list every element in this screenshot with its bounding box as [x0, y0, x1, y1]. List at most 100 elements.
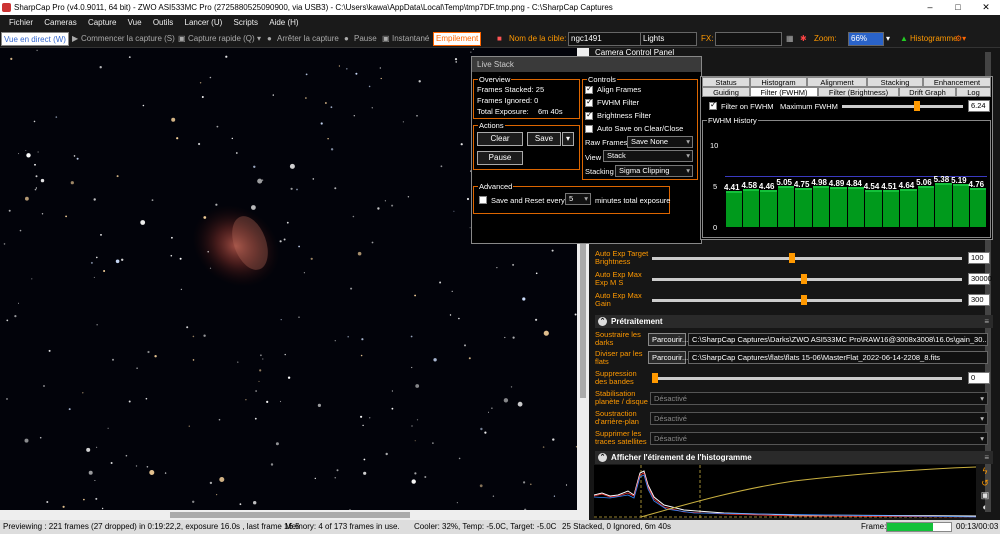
frames-ignored: Frames Ignored: 0	[477, 96, 539, 105]
contrast-icon[interactable]: ◐	[978, 501, 992, 513]
tab-filter-brightness[interactable]: Filter (Brightness)	[818, 87, 899, 97]
menu-lancer[interactable]: Lancer (U)	[185, 15, 223, 30]
browse-flats-button[interactable]: Parcourir...	[648, 351, 688, 364]
star	[379, 67, 381, 69]
histogram-stretch-graph[interactable]	[593, 465, 977, 518]
menu-scripts[interactable]: Scripts	[234, 15, 258, 30]
frame-type-select[interactable]: Lights	[640, 32, 697, 46]
horizontal-scrollbar[interactable]	[0, 510, 577, 520]
star	[266, 400, 269, 403]
tab-stacking[interactable]: Stacking	[867, 77, 923, 87]
brightness-filter-checkbox[interactable]	[585, 110, 593, 120]
save-button[interactable]: Save	[527, 132, 561, 146]
banding-slider[interactable]	[652, 373, 962, 383]
save-reset-checkbox[interactable]	[479, 196, 487, 204]
tab-alignment[interactable]: Alignment	[807, 77, 867, 87]
banding-value[interactable]: 0	[968, 372, 990, 384]
stop-capture-button[interactable]: Arrêter la capture	[277, 30, 339, 48]
menu-icon[interactable]: ≡	[984, 315, 989, 328]
darks-path-select[interactable]: C:\SharpCap Captures\Darks\ZWO ASI533MC …	[688, 333, 988, 346]
star	[107, 427, 109, 429]
raw-frames-select[interactable]: Save None	[627, 136, 693, 148]
chevron-down-icon[interactable]: ▾	[562, 132, 574, 146]
menu-outils[interactable]: Outils	[153, 15, 173, 30]
tab-status[interactable]: Status	[702, 77, 750, 87]
menu-vue[interactable]: Vue	[128, 15, 142, 30]
auto-save-checkbox[interactable]	[585, 125, 593, 133]
star	[24, 438, 29, 443]
pause-button[interactable]: Pause	[354, 30, 377, 48]
quick-capture-button[interactable]: Capture rapide (Q)	[188, 30, 255, 48]
tab-histogram[interactable]: Histogram	[750, 77, 807, 87]
auto-exp-brightness-slider[interactable]	[652, 253, 962, 263]
star	[216, 125, 219, 128]
star	[128, 56, 131, 58]
menu-icon[interactable]: ≡	[984, 451, 989, 464]
slider-thumb[interactable]	[800, 274, 807, 284]
slider-thumb[interactable]	[788, 253, 795, 263]
auto-exp-max-exp-value[interactable]: 30000	[968, 273, 992, 285]
clear-button[interactable]: Clear	[477, 132, 523, 146]
auto-exp-brightness-value[interactable]: 100	[968, 252, 990, 264]
preprocessing-section-header[interactable]: ⌃ Prétraitement ≡	[595, 315, 993, 328]
reset-icon[interactable]: ↺	[978, 477, 992, 489]
max-fwhm-value[interactable]: 6.24	[968, 100, 990, 112]
star	[451, 290, 453, 292]
star	[552, 438, 555, 441]
fwhm-filter-checkbox[interactable]	[585, 97, 593, 107]
star	[414, 440, 416, 442]
stack-button[interactable]: Empilement	[433, 32, 482, 46]
auto-exp-max-gain-value[interactable]: 300	[968, 294, 990, 306]
filter-on-fwhm-checkbox[interactable]	[709, 100, 717, 110]
tab-drift-graph[interactable]: Drift Graph	[899, 87, 956, 97]
histogram-stretch-section-header[interactable]: ⌃ Afficher l'étirement de l'histogramme ≡	[595, 451, 993, 464]
reset-minutes-stepper[interactable]: 5	[565, 193, 591, 205]
pause-stack-button[interactable]: Pause	[477, 151, 523, 165]
stacking-select[interactable]: Sigma Clipping	[615, 165, 693, 177]
slider-thumb[interactable]	[800, 295, 807, 305]
align-frames-checkbox[interactable]	[585, 84, 593, 94]
auto-exp-max-gain-slider[interactable]	[652, 295, 962, 305]
slider-thumb[interactable]	[652, 373, 658, 383]
crosshair-icon[interactable]: ✱	[800, 30, 807, 48]
tab-enhancement[interactable]: Enhancement	[923, 77, 991, 87]
background-select[interactable]: Désactivé	[650, 412, 988, 425]
star	[466, 197, 470, 201]
close-button[interactable]: ✕	[972, 0, 1000, 15]
fwhm-bar	[900, 188, 917, 227]
star	[410, 335, 413, 338]
star	[503, 398, 509, 403]
lightning-icon[interactable]: ϟ	[978, 465, 992, 477]
zoom-select[interactable]: 66%	[848, 32, 884, 46]
star	[239, 503, 242, 506]
save-icon[interactable]: ▣	[978, 489, 992, 501]
fx-select[interactable]	[715, 32, 782, 46]
start-capture-button[interactable]: Commencer la capture (S)	[81, 30, 175, 48]
satellite-select[interactable]: Désactivé	[650, 432, 988, 445]
menu-fichier[interactable]: Fichier	[9, 15, 33, 30]
tab-guiding[interactable]: Guiding	[702, 87, 750, 97]
menu-aide[interactable]: Aide (H)	[269, 15, 298, 30]
view-select[interactable]: Stack	[603, 150, 693, 162]
browse-darks-button[interactable]: Parcourir...	[648, 333, 688, 346]
minimize-button[interactable]: –	[916, 0, 944, 15]
live-view-button[interactable]: Vue en direct (W)	[1, 32, 69, 46]
slider-thumb[interactable]	[913, 101, 920, 111]
star	[99, 66, 102, 69]
max-fwhm-slider[interactable]	[842, 101, 963, 111]
histogram-button[interactable]: Histogramme	[910, 30, 958, 48]
tab-filter-fwhm[interactable]: Filter (FWHM)	[750, 87, 818, 97]
menu-cameras[interactable]: Cameras	[44, 15, 76, 30]
snapshot-button[interactable]: Instantané	[392, 30, 429, 48]
flats-path-select[interactable]: C:\SharpCap Captures\flats\flats 15-06\M…	[688, 351, 988, 364]
stabilization-select[interactable]: Désactivé	[650, 392, 988, 405]
settings-icon[interactable]: ⚙▾	[955, 30, 966, 48]
maximize-button[interactable]: □	[944, 0, 972, 15]
chevron-down-icon[interactable]: ▾	[257, 30, 261, 48]
menu-capture[interactable]: Capture	[88, 15, 116, 30]
target-name-input[interactable]: ngc1491	[568, 32, 642, 46]
chevron-down-icon[interactable]: ▾	[886, 30, 890, 48]
tab-log[interactable]: Log	[956, 87, 991, 97]
grid-icon[interactable]: ▦	[786, 30, 794, 48]
auto-exp-max-exp-slider[interactable]	[652, 274, 962, 284]
